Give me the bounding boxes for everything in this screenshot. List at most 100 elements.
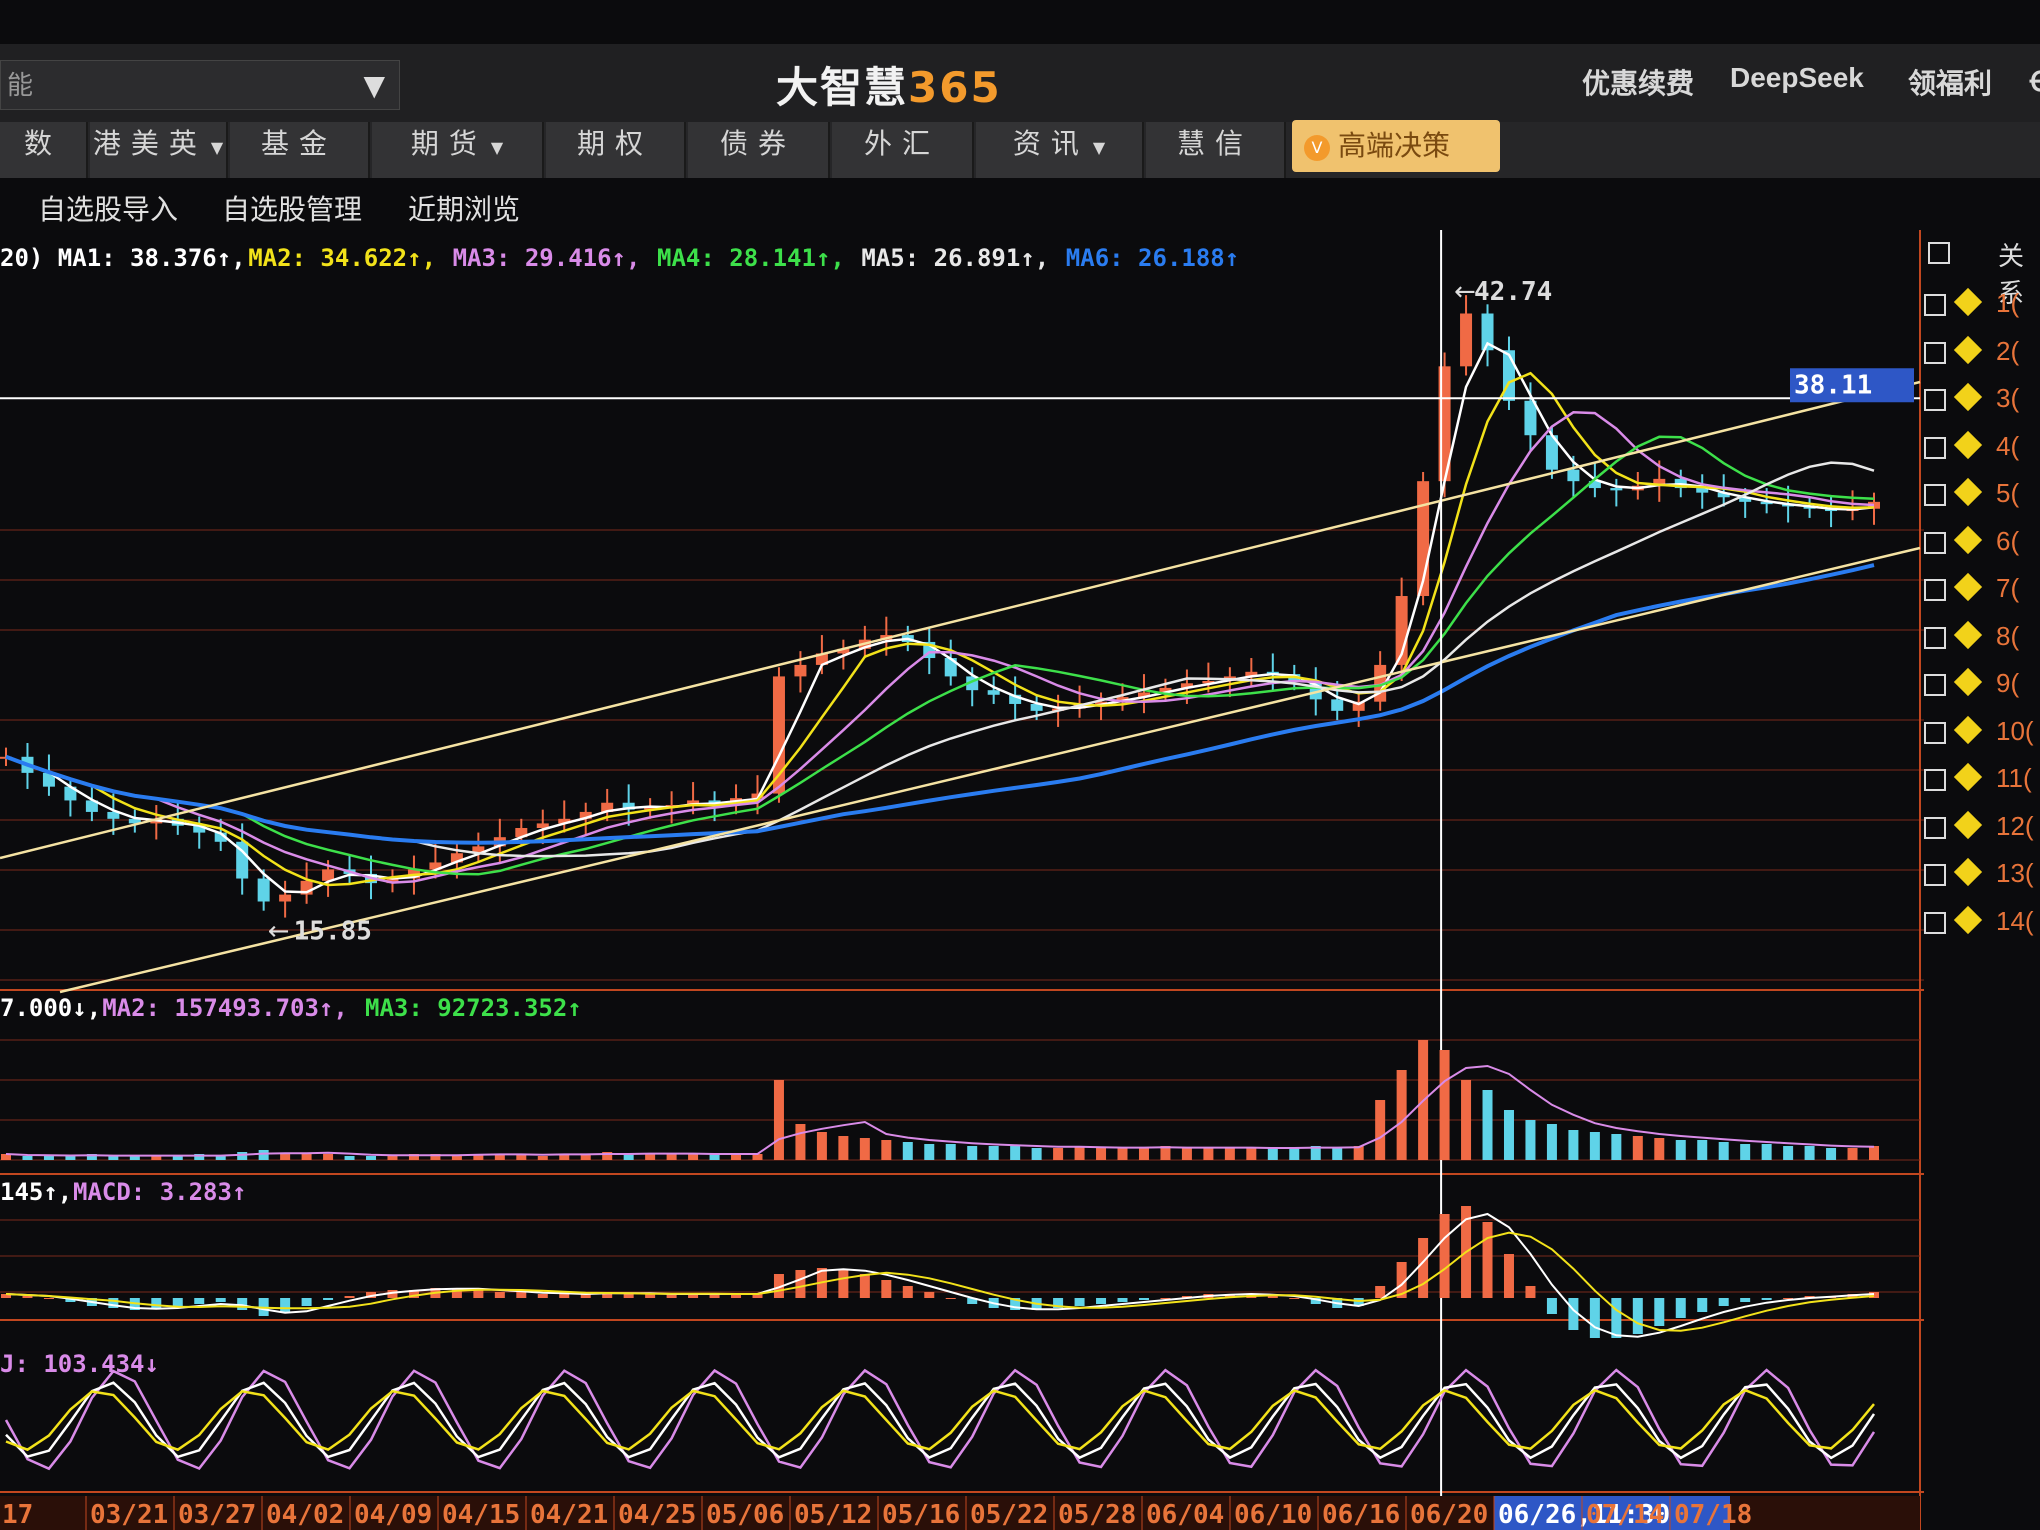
row-checkbox[interactable] [1924,341,1946,364]
volume-bar [795,1124,806,1160]
row-checkbox[interactable] [1924,531,1946,554]
volume-bar [1503,1110,1514,1160]
ma-legend-text: MA6: 26.188↑ [1066,244,1239,272]
macd-bar [301,1298,312,1306]
volume-bar [1568,1130,1579,1160]
side-panel-row[interactable]: 8( [1924,620,2040,661]
diamond-icon [1953,430,1983,459]
row-checkbox[interactable] [1924,674,1946,696]
manage-watchlist-link[interactable]: 自选股管理 [222,188,362,228]
nav-tab-label: 债券 [719,127,796,160]
candle-body [1610,488,1623,491]
row-checkbox[interactable] [1924,484,1946,506]
premium-label: 高端决策 [1338,129,1451,162]
side-panel-row[interactable]: 4( [1924,430,2040,471]
row-number: 6( [1996,525,2020,556]
volume-legend-text: 7.000↓, [0,994,101,1022]
volume-bar [1289,1148,1300,1160]
renew-discount-link[interactable]: 优惠续费 [1582,62,1694,102]
side-panel-row[interactable]: 1( [1924,287,2040,328]
side-panel-row[interactable]: 14( [1924,905,2040,946]
volume-bar [1804,1146,1815,1160]
volume-bar [902,1142,913,1160]
recent-browse-link[interactable]: 近期浏览 [408,188,520,228]
side-panel-row[interactable]: 10( [1924,715,2040,756]
macd-bar [1503,1254,1514,1298]
row-checkbox[interactable] [1924,816,1946,839]
high-arrow-icon: ← [1454,277,1476,307]
row-checkbox[interactable] [1924,626,1946,649]
premium-decision-button[interactable]: V 高端决策 [1292,120,1500,172]
macd-bar [1589,1298,1600,1338]
nav-tab-label: 慧信 [1176,127,1253,160]
volume-bar [1740,1144,1751,1160]
macd-bar [280,1298,291,1312]
side-panel-row[interactable]: 5( [1924,477,2040,518]
stock-search-box[interactable]: 能 ▼ [0,60,400,110]
side-panel-row[interactable]: 13( [1924,857,2040,898]
nav-tab-futures[interactable]: 期货 ▼ [372,122,544,178]
date-tick-label: 03/21 [90,1500,168,1530]
row-number: 14( [1996,905,2034,936]
vip-badge-icon: V [1304,135,1330,161]
side-panel-row[interactable]: 11( [1924,762,2040,803]
volume-bar [22,1156,33,1160]
nav-tab-bonds[interactable]: 债券 [688,122,830,178]
volume-bar [859,1138,870,1160]
nav-tab-index[interactable]: 数 [0,122,88,178]
top-link-cut[interactable]: Ꞓ [2030,62,2040,100]
volume-bar [537,1156,548,1160]
macd-bar [1289,1298,1300,1299]
row-checkbox[interactable] [1924,294,1946,316]
row-checkbox[interactable] [1924,864,1946,886]
volume-bar [366,1156,377,1160]
macd-bar [902,1286,913,1298]
row-checkbox[interactable] [1924,579,1946,601]
import-watchlist-link[interactable]: 自选股导入 [38,188,178,228]
deepseek-link[interactable]: DeepSeek [1730,62,1864,94]
macd-bar [1418,1238,1429,1298]
low-price-label: 15.85 [294,917,372,947]
nav-tab-options[interactable]: 期权 [546,122,686,178]
stock-chart[interactable]: 38.1142.74←15.85←20) MA1: 38.376↑, MA2: … [0,230,1924,1530]
date-tick-label: 07/14 [1586,1500,1664,1530]
side-panel-row[interactable]: 12( [1924,810,2040,851]
nav-tab-news[interactable]: 资讯 ▼ [976,122,1144,178]
date-tick-label: 06/20 [1410,1500,1488,1530]
candle-body [1567,469,1580,482]
side-panel-row[interactable]: 6( [1924,525,2040,566]
dropdown-arrow-icon: ▼ [490,138,504,157]
candle-body [279,894,292,902]
volume-bar [1847,1148,1858,1160]
row-checkbox[interactable] [1924,436,1946,459]
row-checkbox[interactable] [1924,389,1946,411]
side-panel-row[interactable]: 3( [1924,382,2040,423]
row-checkbox[interactable] [1924,911,1946,934]
macd-legend-text: 145↑, [0,1178,72,1206]
app-title: 大智慧365 [776,54,1002,115]
side-panel-row[interactable]: 7( [1924,572,2040,613]
side-panel-row[interactable]: 2( [1924,335,2040,376]
volume-bar [1096,1148,1107,1160]
date-tick-label: 17 [2,1500,33,1530]
select-all-checkbox[interactable] [1928,242,1950,264]
volume-bar [344,1156,355,1160]
nav-tab-forex[interactable]: 外汇 [832,122,974,178]
search-text: 能 [7,71,34,101]
macd-bar [1761,1298,1772,1300]
claim-benefits-link[interactable]: 领福利 [1908,62,1992,102]
row-number: 13( [1996,858,2034,888]
volume-bar [1074,1146,1085,1160]
row-checkbox[interactable] [1924,769,1946,791]
nav-tab-hk-us-uk[interactable]: 港美英 ▼ [90,122,228,178]
side-panel-row[interactable]: 9( [1924,667,2040,708]
macd-bar [1375,1286,1386,1298]
chevron-down-icon[interactable]: ▼ [363,61,385,111]
date-tick-label: 04/25 [618,1500,696,1530]
row-checkbox[interactable] [1924,721,1946,744]
volume-bar [881,1140,892,1160]
nav-tab-huixin[interactable]: 慧信 [1146,122,1286,178]
nav-tab-fund[interactable]: 基金 [230,122,370,178]
volume-bar [323,1154,334,1160]
kdj-d-line [5,1388,1875,1452]
